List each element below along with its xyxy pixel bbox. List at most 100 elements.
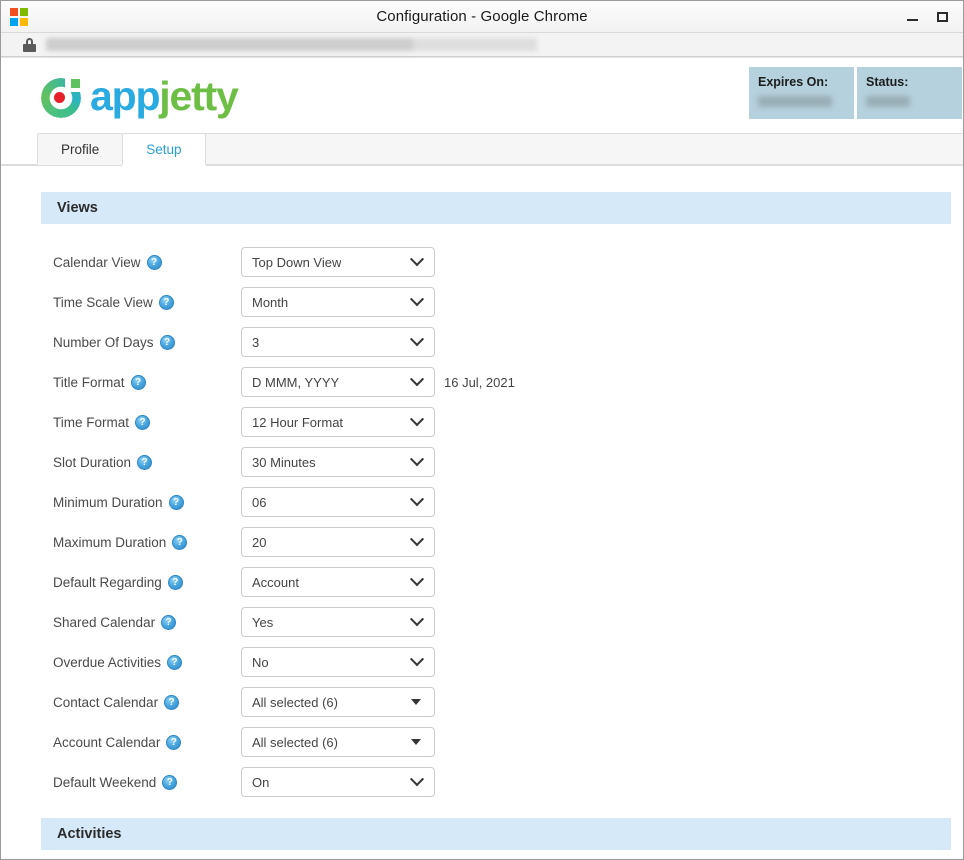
- label-text: Default Regarding: [53, 574, 162, 590]
- maximize-icon: [936, 11, 948, 22]
- dropdown-minimum-duration[interactable]: 06: [241, 487, 435, 517]
- logo-word-jetty: jetty: [159, 72, 239, 119]
- label-text: Maximum Duration: [53, 534, 167, 550]
- label-shared-calendar: Shared Calendar ?: [41, 614, 241, 630]
- dropdown-value: All selected (6): [252, 734, 338, 750]
- help-icon[interactable]: ?: [167, 574, 183, 590]
- chevron-down-icon: [409, 772, 425, 787]
- dropdown-value: 06: [252, 494, 267, 510]
- label-slot-duration: Slot Duration ?: [41, 454, 241, 470]
- dropdown-overdue-activities[interactable]: No: [241, 647, 435, 677]
- label-text: Calendar View: [53, 254, 141, 270]
- dropdown-value: Top Down View: [252, 254, 342, 270]
- help-icon[interactable]: ?: [167, 654, 183, 670]
- address-bar[interactable]: [1, 33, 963, 57]
- dropdown-value: 30 Minutes: [252, 454, 316, 470]
- help-icon[interactable]: ?: [172, 534, 188, 550]
- label-contact-calendar: Contact Calendar ?: [41, 694, 241, 710]
- label-text: Shared Calendar: [53, 614, 156, 630]
- expires-on-value: [758, 96, 832, 107]
- dropdown-value: Yes: [252, 614, 274, 630]
- chevron-down-icon: [409, 652, 425, 667]
- chevron-down-icon: [409, 532, 425, 547]
- dropdown-account-calendar[interactable]: All selected (6): [241, 727, 435, 757]
- row-calendar-view: Calendar View ? Top Down View: [41, 242, 951, 282]
- minimize-button[interactable]: [897, 2, 927, 32]
- dropdown-value: 3: [252, 334, 260, 350]
- label-time-format: Time Format ?: [41, 414, 241, 430]
- dropdown-value: On: [252, 774, 270, 790]
- label-text: Time Scale View: [53, 294, 153, 310]
- windows-logo-icon: [10, 7, 28, 26]
- help-icon[interactable]: ?: [130, 374, 146, 390]
- status-value: [866, 96, 910, 107]
- label-text: Default Weekend: [53, 774, 157, 790]
- tab-profile[interactable]: Profile: [37, 133, 124, 165]
- label-text: Account Calendar: [53, 734, 161, 750]
- status-box: Status:: [857, 67, 962, 119]
- expires-on-label: Expires On:: [758, 75, 829, 89]
- chevron-down-icon: [409, 492, 425, 507]
- dropdown-number-of-days[interactable]: 3: [241, 327, 435, 357]
- row-maximum-duration: Maximum Duration ? 20: [41, 522, 951, 562]
- row-number-of-days: Number Of Days ? 3: [41, 322, 951, 362]
- dropdown-time-scale-view[interactable]: Month: [241, 287, 435, 317]
- maximize-button[interactable]: [927, 2, 957, 32]
- logo-wordmark: appjetty: [90, 72, 239, 119]
- help-icon[interactable]: ?: [168, 494, 184, 510]
- dropdown-value: 20: [252, 534, 267, 550]
- help-icon[interactable]: ?: [137, 454, 153, 470]
- section-body-views: Calendar View ? Top Down View Time Scale…: [41, 226, 951, 802]
- row-title-format: Title Format ? D MMM, YYYY 16 Jul, 2021: [41, 362, 951, 402]
- help-icon[interactable]: ?: [135, 414, 151, 430]
- row-shared-calendar: Shared Calendar ? Yes: [41, 602, 951, 642]
- dropdown-title-format[interactable]: D MMM, YYYY: [241, 367, 435, 397]
- window-controls: [897, 1, 963, 32]
- dropdown-maximum-duration[interactable]: 20: [241, 527, 435, 557]
- dropdown-contact-calendar[interactable]: All selected (6): [241, 687, 435, 717]
- logo-word-app: app: [90, 72, 161, 119]
- label-account-calendar: Account Calendar ?: [41, 734, 241, 750]
- help-icon[interactable]: ?: [159, 334, 175, 350]
- license-info-panel: Expires On: Status:: [749, 58, 963, 119]
- help-icon[interactable]: ?: [158, 294, 174, 310]
- dropdown-calendar-view[interactable]: Top Down View: [241, 247, 435, 277]
- help-icon[interactable]: ?: [166, 734, 182, 750]
- label-text: Title Format: [53, 374, 125, 390]
- chevron-down-icon: [409, 572, 425, 587]
- status-label: Status:: [866, 75, 909, 89]
- label-text: Slot Duration: [53, 454, 132, 470]
- appjetty-mark-icon: [41, 77, 82, 118]
- help-icon[interactable]: ?: [164, 694, 180, 710]
- url-text-redacted[interactable]: [46, 38, 736, 51]
- row-default-regarding: Default Regarding ? Account: [41, 562, 951, 602]
- row-contact-calendar: Contact Calendar ? All selected (6): [41, 682, 951, 722]
- dropdown-shared-calendar[interactable]: Yes: [241, 607, 435, 637]
- help-icon[interactable]: ?: [161, 614, 177, 630]
- label-default-weekend: Default Weekend ?: [41, 774, 241, 790]
- label-overdue-activities: Overdue Activities ?: [41, 654, 241, 670]
- label-calendar-view: Calendar View ?: [41, 254, 241, 270]
- row-time-scale-view: Time Scale View ? Month: [41, 282, 951, 322]
- dropdown-slot-duration[interactable]: 30 Minutes: [241, 447, 435, 477]
- help-icon[interactable]: ?: [162, 774, 178, 790]
- label-minimum-duration: Minimum Duration ?: [41, 494, 241, 510]
- dropdown-value: Account: [252, 574, 299, 590]
- label-time-scale-view: Time Scale View ?: [41, 294, 241, 310]
- tab-setup[interactable]: Setup: [122, 133, 206, 165]
- dropdown-time-format[interactable]: 12 Hour Format: [241, 407, 435, 437]
- row-slot-duration: Slot Duration ? 30 Minutes: [41, 442, 951, 482]
- row-overdue-activities: Overdue Activities ? No: [41, 642, 951, 682]
- tab-bar: Profile Setup: [1, 133, 963, 166]
- row-minimum-duration: Minimum Duration ? 06: [41, 482, 951, 522]
- chevron-down-icon: [409, 292, 425, 307]
- tab-bar-filler: [204, 133, 963, 165]
- help-icon[interactable]: ?: [146, 254, 162, 270]
- dropdown-value: Month: [252, 294, 289, 310]
- dropdown-default-regarding[interactable]: Account: [241, 567, 435, 597]
- dropdown-value: All selected (6): [252, 694, 338, 710]
- dropdown-default-weekend[interactable]: On: [241, 767, 435, 797]
- chevron-down-icon: [409, 332, 425, 347]
- setup-form: Views Calendar View ? Top Down View Time…: [1, 166, 963, 850]
- caret-down-icon: [411, 699, 421, 705]
